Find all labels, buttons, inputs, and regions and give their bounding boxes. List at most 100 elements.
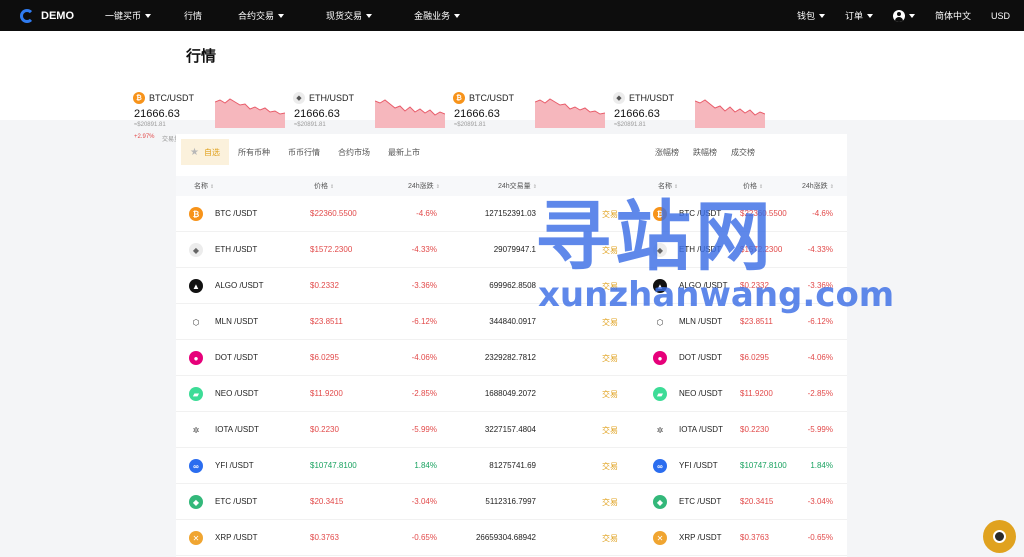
ticker-usd-value: ≈$20891.81	[134, 122, 166, 128]
table-row[interactable]: ✲ IOTA /USDT $0.2230 -5.99%	[640, 412, 847, 448]
tab-new-listings[interactable]: 最新上市	[379, 139, 429, 165]
table-row[interactable]: ∞ YFI /USDT $10747.8100 1.84% 81275741.69 交易	[176, 448, 640, 484]
price-cell: $23.8511	[310, 317, 343, 326]
nav-language[interactable]: 简体中文	[935, 9, 971, 22]
trade-button[interactable]: 交易	[602, 461, 618, 472]
btc-coin-icon: ₿	[189, 207, 203, 221]
change-cell: -3.04%	[411, 497, 437, 506]
table-row[interactable]: ● DOT /USDT $6.0295 -4.06%	[640, 340, 847, 376]
nav-spot-trading[interactable]: 现货交易	[326, 9, 373, 22]
volume-cell: 5112316.7997	[485, 497, 536, 506]
header-name[interactable]: 名称 ⇕	[194, 181, 214, 191]
nav-finance[interactable]: 金融业务	[414, 9, 461, 22]
star-icon: ★	[190, 146, 199, 158]
nav-label: 订单	[844, 11, 863, 21]
pair-name: BTC /USDT	[215, 209, 258, 218]
tab-contract-market[interactable]: 合约市场	[329, 139, 379, 165]
table-row[interactable]: ✕ XRP /USDT $0.3763 -0.65% 26659304.68942 交易	[176, 520, 640, 556]
nav-wallet[interactable]: 钱包	[797, 9, 825, 22]
nav-account[interactable]	[892, 9, 915, 22]
pair-name: MLN /USDT	[215, 317, 259, 326]
brand-logo[interactable]: DEMO	[20, 8, 105, 23]
pair-name: BTC /USDT	[679, 209, 722, 218]
btc-coin-icon: ₿	[653, 207, 667, 221]
support-agent-icon	[993, 530, 1006, 543]
volume-cell: 344840.0917	[489, 317, 536, 326]
table-row[interactable]: ✕ XRP /USDT $0.3763 -0.65%	[640, 520, 847, 556]
header-name[interactable]: 名称 ⇕	[658, 181, 678, 191]
table-row[interactable]: ▲ ALGO /USDT $0.2332 -3.36% 699962.8508 交易	[176, 268, 640, 304]
header-change[interactable]: 24h涨跌 ⇕	[802, 181, 834, 191]
nav-orders[interactable]: 订单	[845, 9, 873, 22]
ticker-usd-value: ≈$20891.81	[294, 122, 326, 128]
table-row[interactable]: ● DOT /USDT $6.0295 -4.06% 2329282.7812 交易	[176, 340, 640, 376]
price-cell: $11.9200	[740, 389, 773, 398]
nav-buy-crypto[interactable]: 一键买币	[105, 9, 152, 22]
pair-name: DOT /USDT	[215, 353, 258, 362]
trade-button[interactable]: 交易	[602, 317, 618, 328]
sparkline-chart	[535, 98, 605, 128]
price-cell: $6.0295	[740, 353, 769, 362]
ticker-pair: ETH/USDT	[629, 93, 674, 103]
ticker-usd-value: ≈$20891.81	[614, 122, 646, 128]
market-table-panel: ★ 自选 所有币种 币币行情 合约市场 最新上市 名称 ⇕ 价格 ⇕ 24h涨跌 ⇕ 2…	[176, 134, 640, 557]
tab-spot-market[interactable]: 币币行情	[279, 139, 329, 165]
change-cell: -4.06%	[807, 353, 833, 362]
trade-button[interactable]: 交易	[602, 389, 618, 400]
header-change[interactable]: 24h涨跌 ⇕	[408, 181, 440, 191]
table-row[interactable]: ▰ NEO /USDT $11.9200 -2.85% 1688049.2072 交易	[176, 376, 640, 412]
dot-coin-icon: ●	[189, 351, 203, 365]
change-cell: -4.06%	[411, 353, 437, 362]
table-row[interactable]: ◆ ETH /USDT $1572.2300 -4.33%	[640, 232, 847, 268]
trade-button[interactable]: 交易	[602, 497, 618, 508]
trade-button[interactable]: 交易	[602, 425, 618, 436]
price-cell: $0.2230	[310, 425, 339, 434]
ranking-tabs: 涨幅榜 跌幅榜 成交榜	[648, 139, 762, 165]
price-cell: $20.3415	[740, 497, 774, 506]
trade-button[interactable]: 交易	[602, 353, 618, 364]
table-row[interactable]: ₿ BTC /USDT $22360.5500 -4.6%	[640, 196, 847, 232]
price-cell: $10747.8100	[740, 461, 787, 470]
pair-name: IOTA /USDT	[679, 425, 723, 434]
table-row[interactable]: ⬡ MLN /USDT $23.8511 -6.12% 344840.0917 交易	[176, 304, 640, 340]
trade-button[interactable]: 交易	[602, 281, 618, 292]
table-row[interactable]: ◆ ETC /USDT $20.3415 -3.04%	[640, 484, 847, 520]
customer-support-button[interactable]	[983, 520, 1016, 553]
table-row[interactable]: ◆ ETC /USDT $20.3415 -3.04% 5112316.7997 交易	[176, 484, 640, 520]
neo-coin-icon: ▰	[653, 387, 667, 401]
nav-label: 一键买币	[105, 11, 142, 21]
tab-label: 合约市场	[338, 147, 370, 157]
table-row[interactable]: ▰ NEO /USDT $11.9200 -2.85%	[640, 376, 847, 412]
price-cell: $23.8511	[740, 317, 773, 326]
table-row[interactable]: ▲ ALGO /USDT $0.2332 -3.36%	[640, 268, 847, 304]
tab-top-gainers[interactable]: 涨幅榜	[648, 139, 686, 165]
tab-all-coins[interactable]: 所有币种	[229, 139, 279, 165]
pair-name: NEO /USDT	[679, 389, 723, 398]
tab-favorites[interactable]: ★ 自选	[181, 139, 229, 165]
trade-button[interactable]: 交易	[602, 533, 618, 544]
change-cell: -3.36%	[411, 281, 437, 290]
table-header: 名称 ⇕ 价格 ⇕ 24h涨跌 ⇕ 24h交易量 ⇕	[176, 176, 640, 196]
table-row[interactable]: ✲ IOTA /USDT $0.2230 -5.99% 3227157.4804 交易	[176, 412, 640, 448]
pair-name: NEO /USDT	[215, 389, 259, 398]
ethereum-icon: ◆	[293, 92, 305, 104]
table-row[interactable]: ⬡ MLN /USDT $23.8511 -6.12%	[640, 304, 847, 340]
pair-name: ALGO /USDT	[679, 281, 728, 290]
nav-contract-trading[interactable]: 合约交易	[238, 9, 285, 22]
table-row[interactable]: ₿ BTC /USDT $22360.5500 -4.6% 127152391.03 交易	[176, 196, 640, 232]
xrp-coin-icon: ✕	[189, 531, 203, 545]
tab-top-losers[interactable]: 跌幅榜	[686, 139, 724, 165]
header-price[interactable]: 价格 ⇕	[314, 181, 334, 191]
trade-button[interactable]: 交易	[602, 245, 618, 256]
sparkline-chart	[375, 99, 445, 128]
nav-currency[interactable]: USD	[991, 11, 1010, 21]
table-row[interactable]: ◆ ETH /USDT $1572.2300 -4.33% 29079947.1 交易	[176, 232, 640, 268]
trade-button[interactable]: 交易	[602, 209, 618, 220]
header-volume[interactable]: 24h交易量 ⇕	[498, 181, 537, 191]
sparkline-chart	[695, 99, 765, 128]
tab-top-volume[interactable]: 成交榜	[724, 139, 762, 165]
nav-market[interactable]: 行情	[184, 9, 202, 22]
header-price[interactable]: 价格 ⇕	[743, 181, 763, 191]
table-row[interactable]: ∞ YFI /USDT $10747.8100 1.84%	[640, 448, 847, 484]
sparkline-chart	[215, 98, 285, 128]
